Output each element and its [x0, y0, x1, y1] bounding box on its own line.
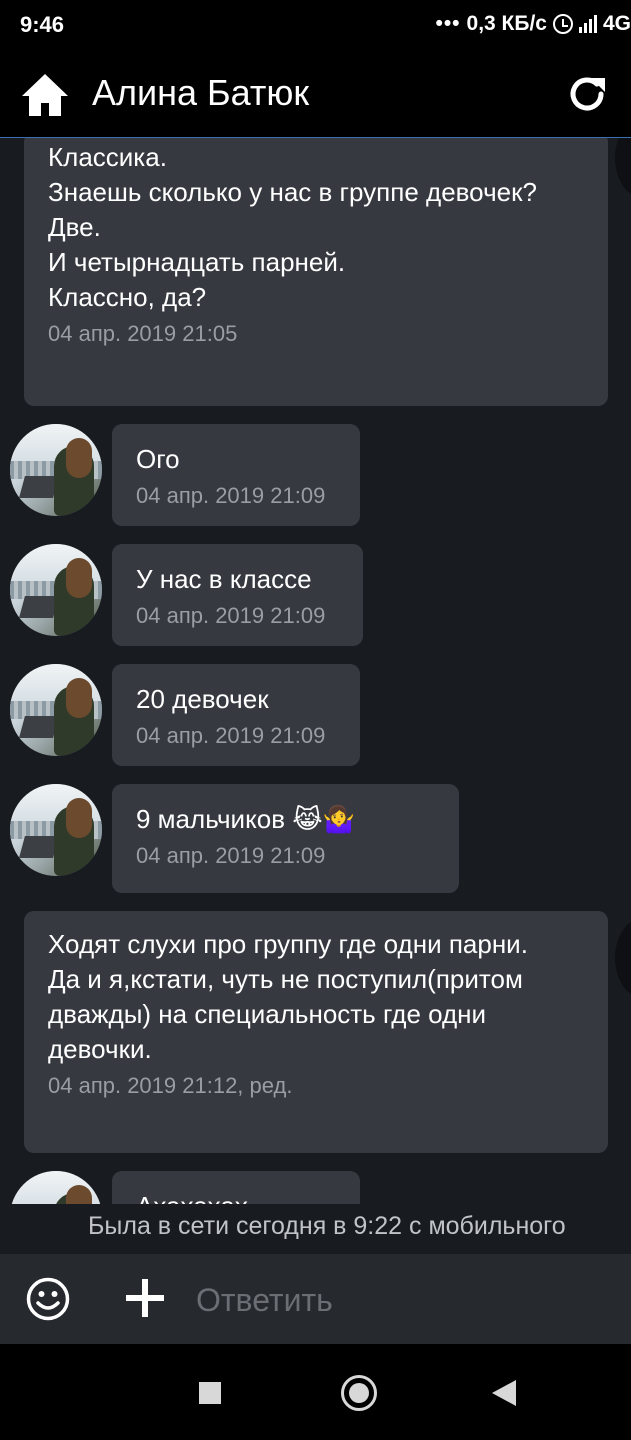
app-bar: Алина Батюк [0, 52, 631, 138]
message-bubble-incoming[interactable]: Ахахахах [112, 1171, 360, 1204]
avatar-edge [615, 918, 631, 998]
reply-input[interactable] [196, 1278, 596, 1322]
avatar[interactable] [10, 424, 102, 516]
message-timestamp: 04 апр. 2019 21:09 [136, 723, 326, 748]
message-timestamp: 04 апр. 2019 21:09 [136, 483, 326, 508]
status-time: 9:46 [20, 12, 65, 37]
navigation-bar [0, 1344, 631, 1440]
recents-icon[interactable] [199, 1382, 221, 1404]
message-bubble-incoming[interactable]: У нас в классе 04 апр. 2019 21:09 [112, 544, 363, 646]
home-icon[interactable] [20, 70, 70, 120]
message-text: Ахахахах [136, 1189, 336, 1204]
avatar[interactable] [10, 664, 102, 756]
refresh-icon[interactable] [565, 72, 609, 116]
message-bubble-incoming[interactable]: 9 мальчиков 😹🤷‍♀️ 04 апр. 2019 21:09 [112, 784, 459, 893]
signal-icon [578, 15, 597, 33]
message-timestamp: 04 апр. 2019 21:05 [48, 321, 238, 346]
message-timestamp: 04 апр. 2019 21:12, ред. [48, 1073, 293, 1098]
message-bubble-incoming[interactable]: 20 девочек 04 апр. 2019 21:09 [112, 664, 360, 766]
message-bubble-outgoing[interactable]: Ходят слухи про группу где одни парни. Д… [24, 911, 608, 1153]
back-icon[interactable] [492, 1380, 516, 1406]
message-bubble-outgoing[interactable]: Классика. Знаешь сколько у нас в группе … [24, 138, 608, 406]
status-bar: 9:46 ••• 0,3 КБ/с 4G [0, 0, 631, 52]
status-right: ••• 0,3 КБ/с 4G [435, 12, 631, 36]
avatar[interactable] [10, 784, 102, 876]
avatar-edge [615, 138, 631, 198]
network-speed: 0,3 КБ/с [466, 12, 547, 35]
network-type: 4G [602, 12, 631, 35]
message-text: 9 мальчиков 😹🤷‍♀️ [136, 804, 355, 834]
add-icon[interactable] [124, 1277, 166, 1319]
message-list[interactable]: Классика. Знаешь сколько у нас в группе … [0, 138, 631, 1204]
message-text: Классика. Знаешь сколько у нас в группе … [48, 142, 537, 312]
avatar[interactable] [10, 544, 102, 636]
message-text: У нас в классе [136, 564, 312, 594]
message-timestamp: 04 апр. 2019 21:09 [136, 843, 326, 868]
avatar[interactable] [10, 1171, 102, 1204]
message-bubble-incoming[interactable]: Ого 04 апр. 2019 21:09 [112, 424, 360, 526]
alarm-icon [552, 14, 573, 34]
dots-icon: ••• [435, 12, 461, 35]
message-text: Ходят слухи про группу где одни парни. Д… [48, 929, 528, 1064]
screen: 9:46 ••• 0,3 КБ/с 4G Алина Батюк Классик… [0, 0, 631, 1440]
message-timestamp: 04 апр. 2019 21:09 [136, 603, 326, 628]
message-text: 20 девочек [136, 684, 269, 714]
composer [0, 1254, 631, 1344]
home-nav-icon[interactable] [341, 1375, 377, 1411]
presence-status: Была в сети сегодня в 9:22 с мобильного [88, 1212, 566, 1240]
conversation-title: Алина Батюк [92, 72, 310, 113]
emoji-icon[interactable] [26, 1277, 70, 1321]
message-text: Ого [136, 444, 180, 474]
